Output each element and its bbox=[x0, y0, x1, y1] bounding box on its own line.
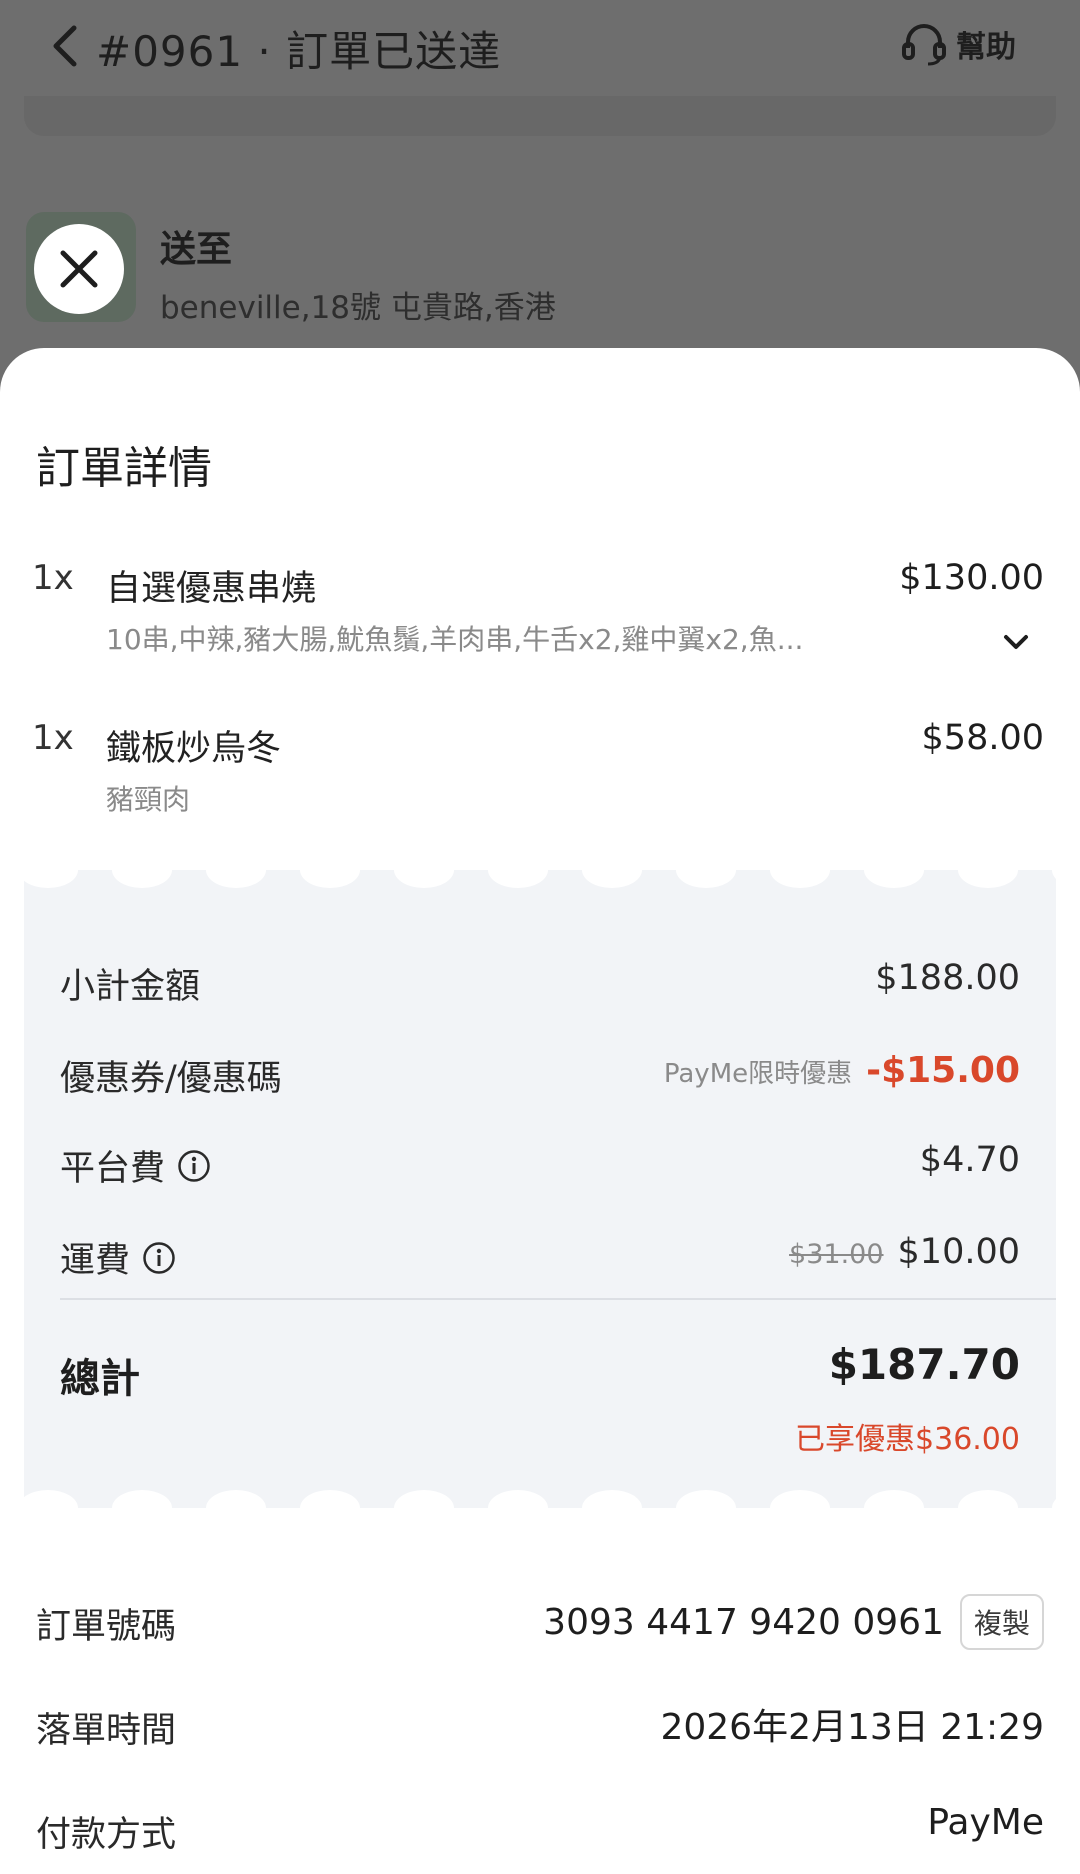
subtotal-label: 小計金額 bbox=[60, 967, 201, 1007]
help-button[interactable]: 幫助 bbox=[900, 22, 1016, 66]
chevron-down-icon[interactable] bbox=[1002, 632, 1030, 652]
order-item: 1x 鐵板炒烏冬 $58.00 豬頸肉 bbox=[0, 718, 1080, 818]
coupon-label: 優惠券/優惠碼 bbox=[60, 1059, 282, 1099]
platform-fee-label: 平台費 bbox=[60, 1149, 166, 1189]
platform-fee-value: $4.70 bbox=[919, 1140, 1020, 1180]
delivery-fee-label: 運費 bbox=[60, 1241, 131, 1281]
item-price: $130.00 bbox=[899, 558, 1044, 598]
item-name: 自選優惠串燒 bbox=[106, 569, 317, 609]
delivery-fee-row: 運費 $31.00 $10.00 bbox=[60, 1232, 1020, 1282]
sheet-title: 訂單詳情 bbox=[36, 443, 212, 494]
receipt-edge-top bbox=[24, 870, 1056, 894]
help-label: 幫助 bbox=[956, 30, 1016, 65]
order-status-title: #0961 · 訂單已送達 bbox=[96, 27, 502, 76]
order-number-row: 訂單號碼 3093 4417 9420 0961 複製 bbox=[36, 1594, 1044, 1654]
summary-divider bbox=[60, 1298, 1056, 1300]
chevron-left-icon bbox=[53, 25, 77, 67]
order-number-label: 訂單號碼 bbox=[36, 1607, 177, 1647]
payment-method-label: 付款方式 bbox=[36, 1815, 177, 1855]
item-quantity: 1x bbox=[32, 718, 74, 758]
item-quantity: 1x bbox=[32, 558, 74, 598]
subtotal-value: $188.00 bbox=[875, 958, 1020, 998]
payment-method-value: PayMe bbox=[927, 1802, 1044, 1843]
order-time-label: 落單時間 bbox=[36, 1711, 177, 1751]
savings-text: 已享優惠$36.00 bbox=[795, 1422, 1020, 1457]
platform-fee-row: 平台費 $4.70 bbox=[60, 1140, 1020, 1190]
info-icon[interactable] bbox=[142, 1241, 176, 1275]
background-card-edge bbox=[24, 96, 1056, 136]
close-icon bbox=[60, 250, 98, 288]
item-options: 豬頸肉 bbox=[106, 783, 191, 816]
order-details-sheet: 訂單詳情 1x 自選優惠串燒 $130.00 10串,中辣,豬大腸,魷魚鬚,羊肉… bbox=[0, 348, 1080, 1874]
delivery-address: beneville,18號 屯貴路,香港 bbox=[160, 290, 556, 326]
order-number-value: 3093 4417 9420 0961 bbox=[543, 1601, 944, 1643]
delivery-fee-value: $10.00 bbox=[897, 1232, 1020, 1272]
item-name: 鐵板炒烏冬 bbox=[106, 729, 282, 769]
copy-order-number-button[interactable]: 複製 bbox=[959, 1594, 1044, 1650]
info-icon[interactable] bbox=[177, 1149, 211, 1183]
order-time-value: 2026年2月13日 21:29 bbox=[660, 1707, 1044, 1748]
close-sheet-button[interactable] bbox=[34, 224, 124, 314]
payment-method-row: 付款方式 PayMe bbox=[36, 1802, 1044, 1862]
total-label: 總計 bbox=[60, 1356, 140, 1402]
coupon-row: 優惠券/優惠碼 PayMe限時優惠 -$15.00 bbox=[60, 1050, 1020, 1100]
item-price: $58.00 bbox=[921, 718, 1044, 758]
subtotal-row: 小計金額 $188.00 bbox=[60, 958, 1020, 1008]
price-summary: 小計金額 $188.00 優惠券/優惠碼 PayMe限時優惠 -$15.00 平… bbox=[24, 870, 1056, 1508]
coupon-name: PayMe限時優惠 bbox=[663, 1059, 853, 1089]
receipt-edge-bottom bbox=[24, 1490, 1056, 1508]
headset-icon bbox=[902, 24, 946, 66]
back-button[interactable] bbox=[50, 16, 90, 76]
order-item[interactable]: 1x 自選優惠串燒 $130.00 10串,中辣,豬大腸,魷魚鬚,羊肉串,牛舌x… bbox=[0, 558, 1080, 668]
coupon-discount: -$15.00 bbox=[866, 1050, 1020, 1091]
item-options: 10串,中辣,豬大腸,魷魚鬚,羊肉串,牛舌x2,雞中翼x2,魚... bbox=[106, 623, 804, 656]
delivery-label: 送至 bbox=[160, 229, 233, 270]
delivery-fee-original: $31.00 bbox=[789, 1239, 884, 1270]
top-app-bar: #0961 · 訂單已送達 幫助 bbox=[0, 0, 1080, 110]
total-value: $187.70 bbox=[828, 1340, 1020, 1389]
order-time-row: 落單時間 2026年2月13日 21:29 bbox=[36, 1698, 1044, 1758]
